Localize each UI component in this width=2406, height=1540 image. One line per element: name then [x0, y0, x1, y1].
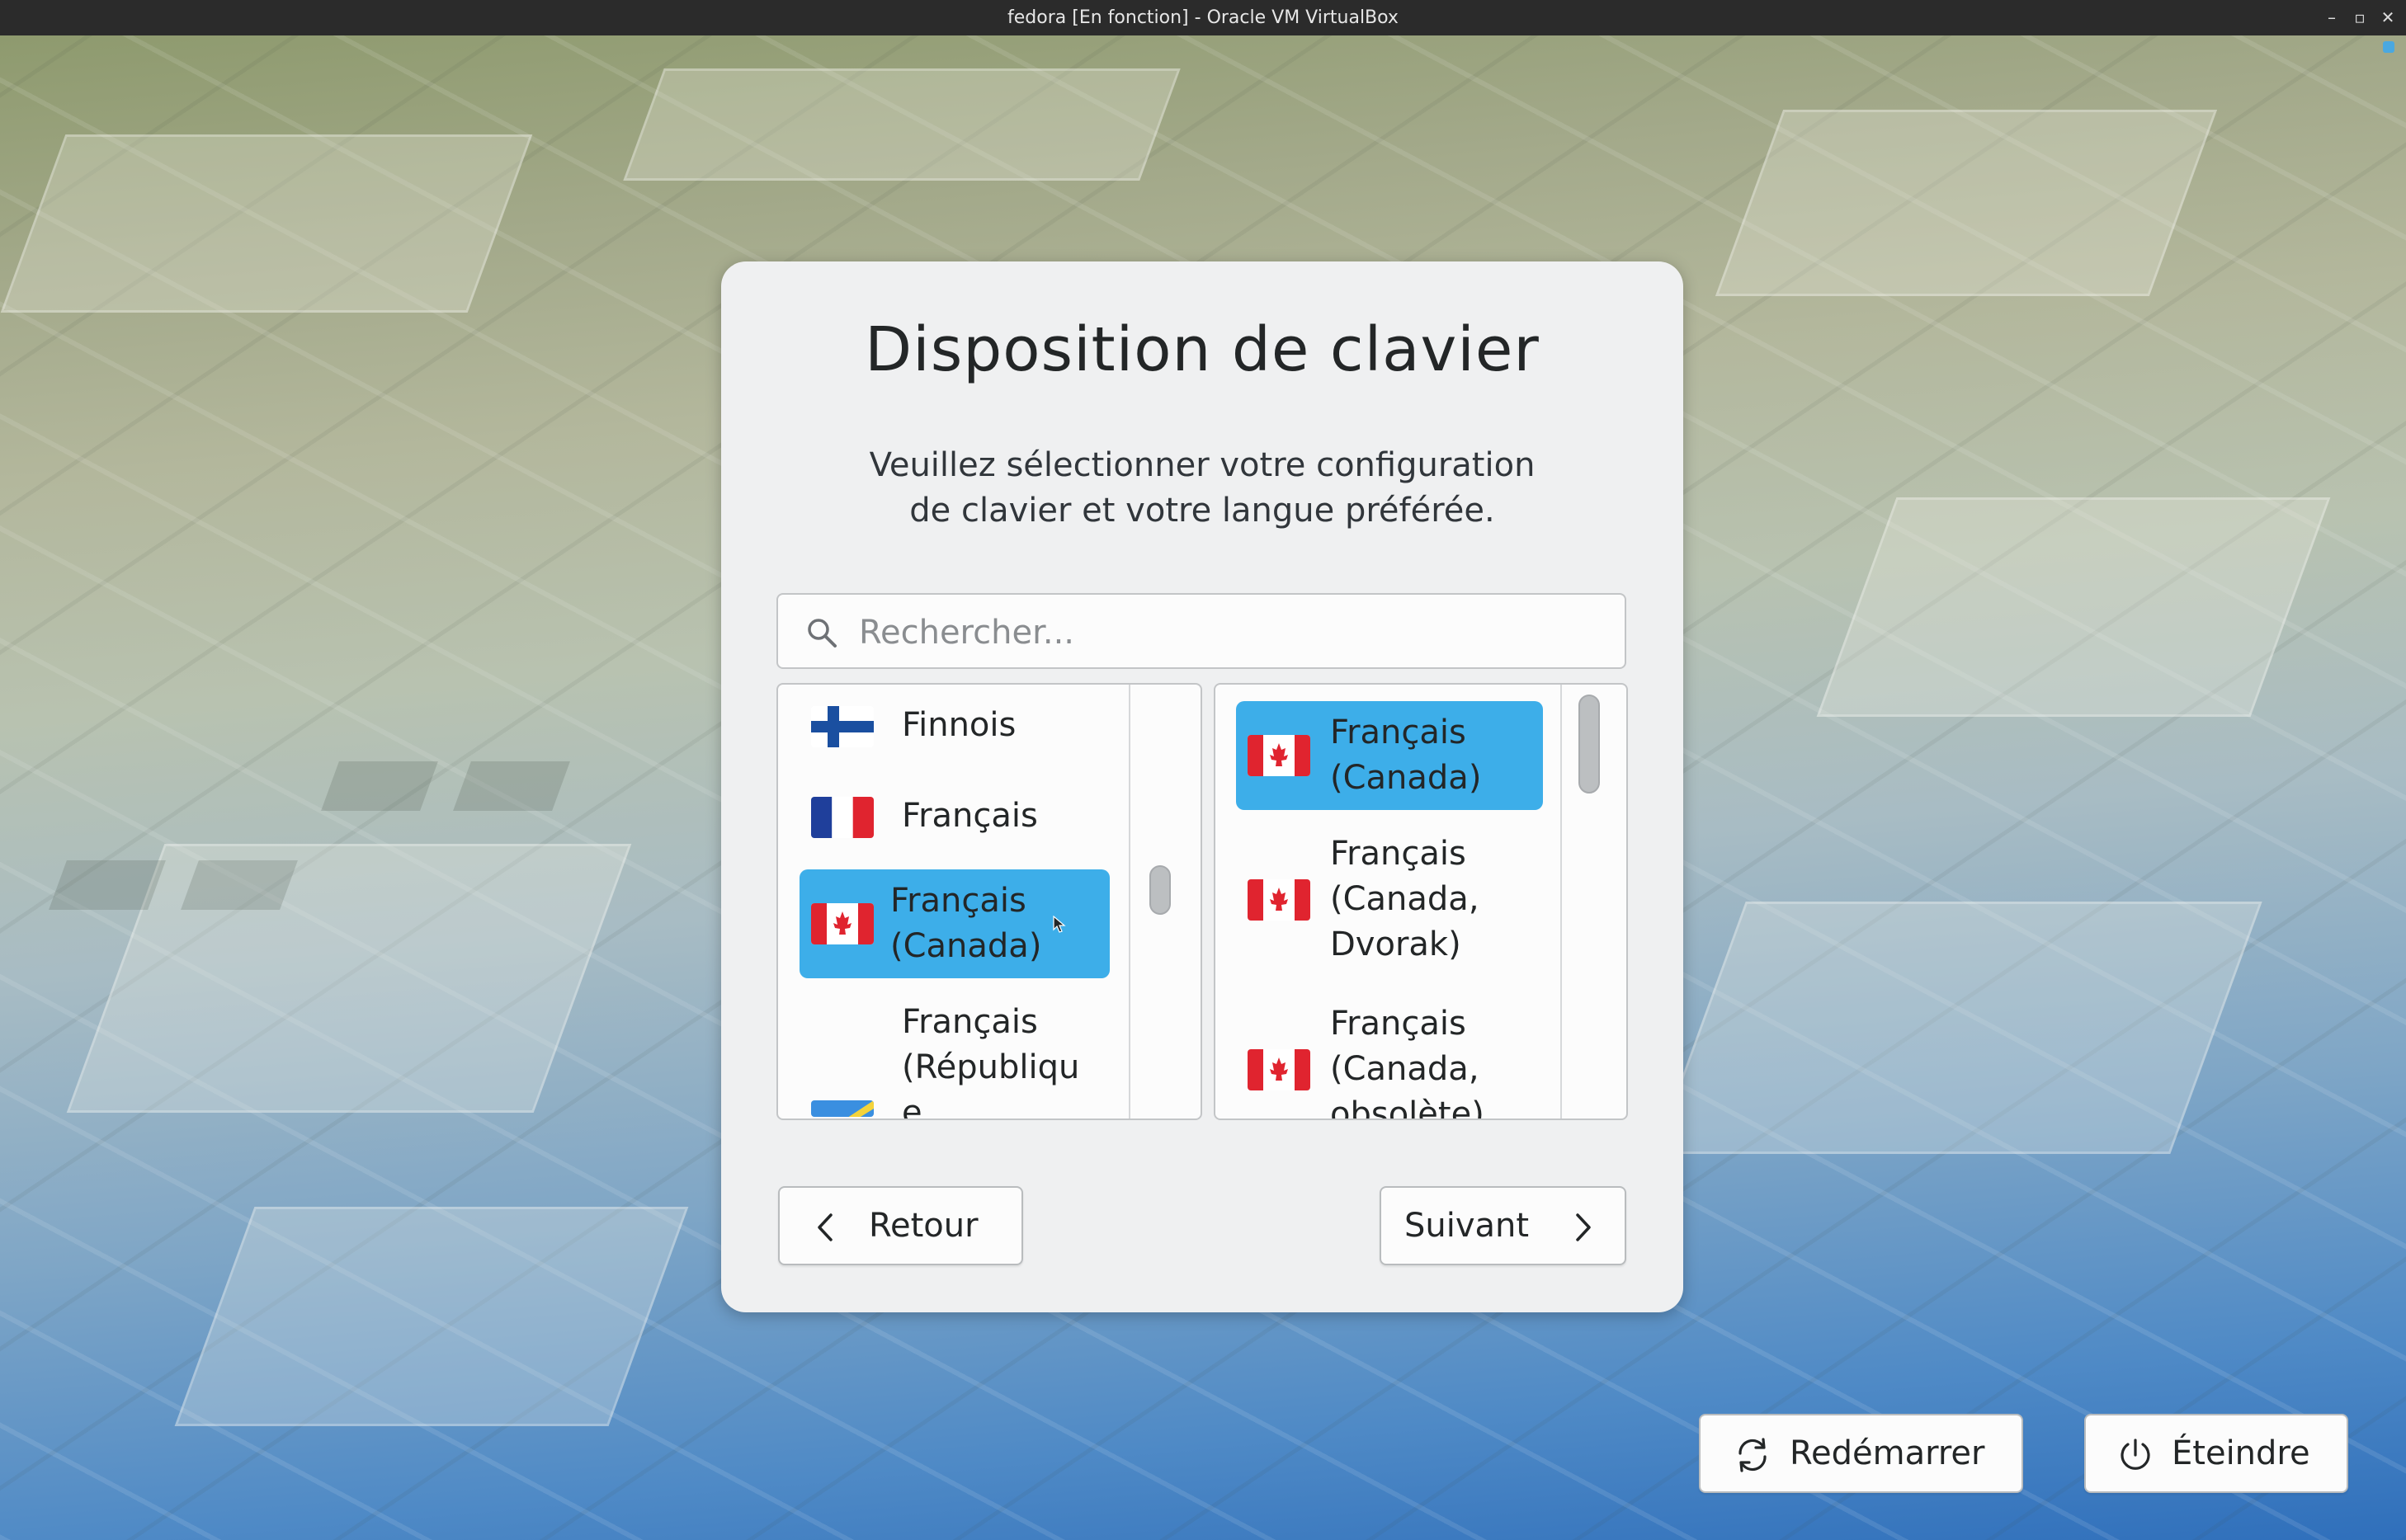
list-divider — [1129, 685, 1130, 1119]
keyboard-layout-dialog: Disposition de clavier Veuillez sélectio… — [721, 261, 1683, 1312]
wallpaper-building — [1715, 110, 2218, 296]
chevron-right-icon — [1576, 1213, 1591, 1241]
next-button-label: Suivant — [1404, 1207, 1530, 1245]
list-divider — [1560, 685, 1562, 1119]
layout-list-scrollbar[interactable] — [1578, 695, 1600, 794]
chevron-left-icon — [818, 1213, 833, 1241]
wallpaper-building — [0, 134, 533, 313]
window-title: fedora [En fonction] - Oracle VM Virtual… — [1007, 7, 1399, 28]
close-icon[interactable]: ✕ — [2375, 0, 2401, 35]
layout-label: Français (Canada) — [1330, 713, 1482, 797]
search-box[interactable] — [776, 593, 1626, 669]
wallpaper-pit — [49, 860, 166, 910]
canada-flag-icon — [811, 903, 874, 944]
reboot-button[interactable]: Redémarrer — [1699, 1414, 2023, 1493]
congo-flag-icon — [811, 1100, 874, 1117]
wallpaper-pit — [181, 860, 298, 910]
language-label: Français — [902, 797, 1038, 835]
back-button[interactable]: Retour — [778, 1186, 1023, 1265]
virtualbox-tray-icon[interactable] — [2383, 41, 2394, 53]
layout-item-french-canada-obsolete[interactable]: Français (Canada, obsolète) — [1236, 995, 1543, 1120]
language-item-finnish[interactable]: Finnois — [788, 690, 1118, 764]
minimize-icon[interactable]: – — [2319, 0, 2345, 35]
wallpaper-building — [174, 1207, 689, 1426]
search-input[interactable] — [857, 605, 1603, 661]
shutdown-button[interactable]: Éteindre — [2084, 1414, 2348, 1493]
back-button-label: Retour — [869, 1207, 979, 1245]
mouse-cursor-icon — [1053, 916, 1066, 933]
dialog-title: Disposition de clavier — [865, 314, 1540, 385]
search-icon — [808, 619, 837, 648]
canada-flag-icon — [1248, 735, 1310, 776]
dialog-subtitle: Veuillez sélectionner votre configuratio… — [869, 446, 1536, 530]
language-label: Français (Républiqu e — [902, 1003, 1080, 1120]
language-list-scrollbar[interactable] — [1149, 865, 1171, 915]
wallpaper-building — [623, 68, 1181, 181]
layout-item-french-canada[interactable]: Français (Canada) — [1236, 701, 1543, 810]
canada-flag-icon — [1248, 879, 1310, 921]
finland-flag-icon — [811, 706, 874, 747]
layout-label: Français (Canada, Dvorak) — [1330, 835, 1479, 963]
window-titlebar: fedora [En fonction] - Oracle VM Virtual… — [0, 0, 2406, 35]
next-button[interactable]: Suivant — [1380, 1186, 1626, 1265]
maximize-icon[interactable]: ▫ — [2347, 0, 2373, 35]
layout-label: Français (Canada, obsolète) — [1330, 1005, 1484, 1120]
language-label: Finnois — [902, 706, 1017, 744]
layout-item-french-canada-dvorak[interactable]: Français (Canada, Dvorak) — [1236, 825, 1543, 973]
refresh-icon — [1738, 1438, 1767, 1472]
language-label: Français (Canada) — [890, 882, 1042, 965]
shutdown-button-label: Éteindre — [2172, 1434, 2310, 1472]
wallpaper-pit — [453, 761, 570, 811]
language-item-french-republic[interactable]: Français (Républiqu e — [788, 993, 1118, 1120]
wallpaper-building — [1654, 902, 2262, 1154]
canada-flag-icon — [1248, 1049, 1310, 1090]
power-icon — [2121, 1439, 2150, 1470]
language-item-french[interactable]: Français — [788, 780, 1118, 855]
layout-list[interactable]: Français (Canada) Français (Canada, Dvor… — [1214, 683, 1628, 1120]
language-list[interactable]: Finnois Français Français (Canada) Franç… — [776, 683, 1202, 1120]
france-flag-icon — [811, 797, 874, 838]
reboot-button-label: Redémarrer — [1790, 1434, 1985, 1472]
wallpaper-pit — [321, 761, 438, 811]
wallpaper-building — [1816, 497, 2331, 717]
